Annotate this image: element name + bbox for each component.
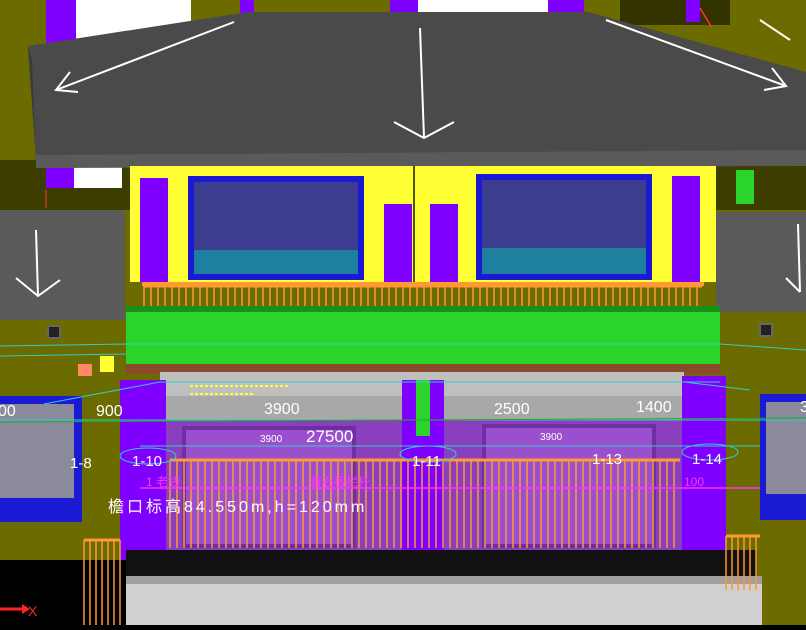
bg-top-right-dark bbox=[620, 0, 730, 25]
magenta-annotation-right: 100 bbox=[684, 475, 704, 489]
bg-top-purple-4 bbox=[548, 0, 584, 12]
right-building-roof bbox=[716, 212, 806, 312]
magenta-annotation-left: 1 老钱 bbox=[146, 474, 180, 489]
bg-top-purple-3 bbox=[390, 0, 418, 12]
grid-label: 1-11 bbox=[412, 453, 441, 470]
ground-dark bbox=[126, 550, 756, 580]
grid-label: 1-8 bbox=[70, 455, 92, 472]
upper-left-pillar bbox=[140, 178, 168, 282]
grid-label: 1-14 bbox=[692, 451, 722, 468]
dim-text-small: 3900 bbox=[260, 434, 283, 445]
ground-step-top bbox=[126, 576, 762, 584]
upper-mid-pillar-a bbox=[384, 204, 412, 282]
left-fixture-2 bbox=[78, 364, 92, 376]
ground-step bbox=[126, 580, 762, 625]
dim-text: 00 bbox=[0, 403, 16, 420]
dim-text-overall: 27500 bbox=[306, 427, 353, 446]
side-railing-left bbox=[83, 538, 121, 625]
upper-window-right-glass bbox=[482, 180, 646, 248]
upper-right-pillar bbox=[672, 176, 700, 282]
right-building-band bbox=[716, 160, 806, 210]
upper-window-left-sill bbox=[194, 250, 358, 274]
balcony-slab bbox=[126, 310, 720, 366]
left-building-window-frame bbox=[46, 166, 74, 188]
upper-window-left-glass bbox=[194, 182, 358, 250]
left-building-roof bbox=[0, 210, 125, 320]
green-drainpipe bbox=[416, 380, 430, 436]
right-building-green bbox=[736, 170, 754, 204]
bg-top-right-purple bbox=[686, 0, 700, 22]
dim-text: 2500 bbox=[494, 401, 530, 418]
magenta-annotation-mid: 青石板栏杆 bbox=[310, 474, 370, 489]
left-fixture bbox=[100, 356, 114, 372]
axis-x-label: X bbox=[28, 603, 38, 619]
dim-text: 1400 bbox=[636, 399, 672, 416]
balcony-slab-top bbox=[126, 306, 720, 312]
grid-label: 1-10 bbox=[132, 453, 162, 470]
right-small-window bbox=[759, 323, 773, 337]
elevation-annotation: 檐口标高84.550m,h=120mm bbox=[108, 498, 367, 516]
grid-label: 1-13 bbox=[592, 451, 622, 468]
3d-viewport[interactable]: 00 900 3900 2500 1400 3 27500 3900 3900 … bbox=[0, 0, 806, 625]
left-small-window bbox=[47, 325, 61, 339]
bg-top-white-2 bbox=[418, 0, 548, 12]
dim-text: 3900 bbox=[264, 401, 300, 418]
dim-text-small: 3900 bbox=[540, 432, 563, 443]
upper-mid-pillar-b bbox=[430, 204, 458, 282]
ground-left bbox=[0, 560, 126, 625]
dim-text: 3 bbox=[800, 399, 806, 416]
dim-text: 900 bbox=[96, 403, 123, 420]
upper-window-right-sill bbox=[482, 248, 646, 274]
